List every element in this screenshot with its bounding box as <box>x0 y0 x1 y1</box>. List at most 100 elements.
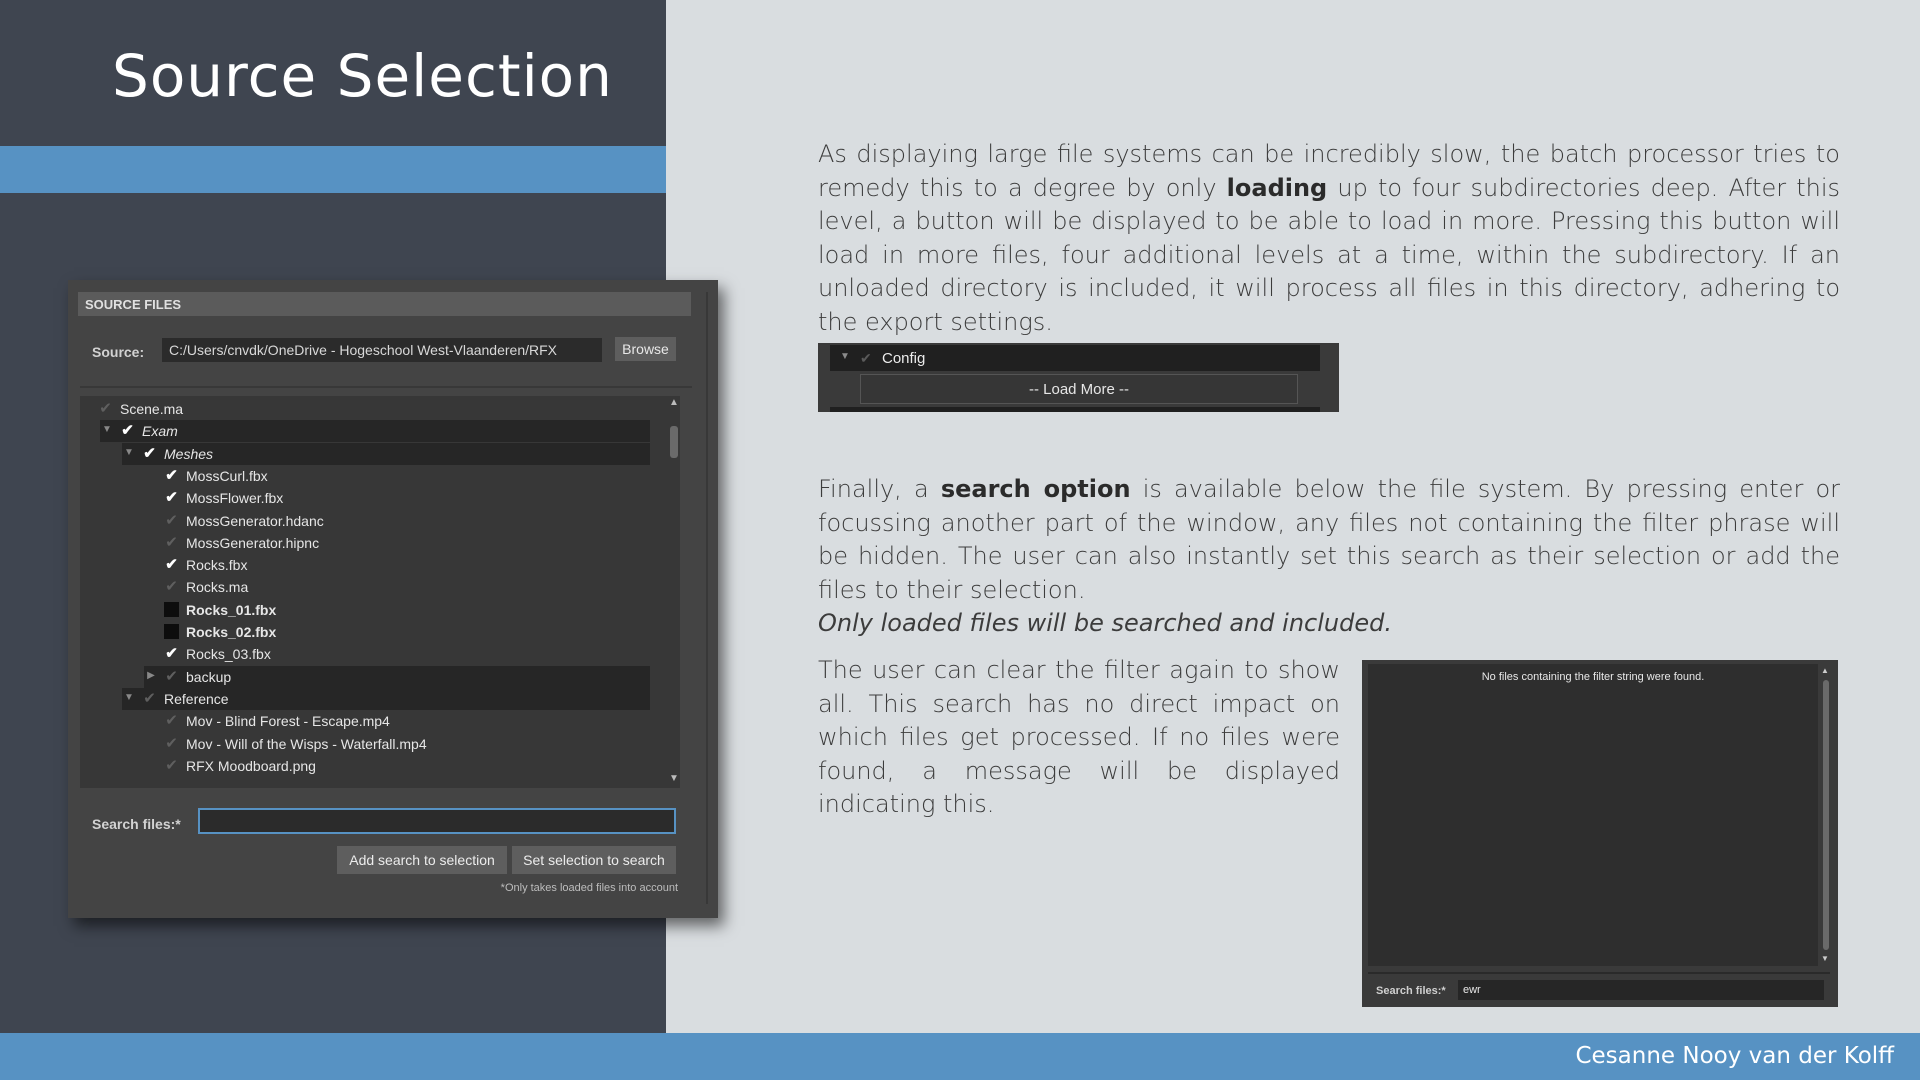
tree-row[interactable]: ▼ ✔ Reference <box>122 687 650 710</box>
p2-bold: search option <box>940 475 1131 503</box>
tree-row[interactable]: ✔ MossCurl.fbx <box>80 465 650 487</box>
tree-item-label: MossGenerator.hdanc <box>186 512 324 529</box>
source-label: Source: <box>92 344 145 360</box>
checkbox-icon[interactable]: ✔ <box>98 401 113 416</box>
checkbox-icon[interactable]: ✔ <box>164 669 179 684</box>
tree-item-label: MossFlower.fbx <box>186 490 284 507</box>
load-more-example: ▼ ✔ Config -- Load More -- <box>818 343 1339 412</box>
divider <box>830 407 1320 412</box>
p1-bold: loading <box>1226 173 1328 202</box>
checkbox-icon[interactable]: ✔ <box>164 557 179 572</box>
tree-item-label: Scene.ma <box>120 401 184 417</box>
scroll-thumb[interactable] <box>1823 680 1829 950</box>
tree-item-label: Rocks.ma <box>186 579 249 596</box>
checkbox-icon[interactable]: ✔ <box>164 758 179 773</box>
loaded-files-note: *Only takes loaded files into account <box>500 882 678 894</box>
checkbox-icon[interactable] <box>164 624 179 639</box>
empty-file-list: No files containing the filter string we… <box>1368 664 1818 966</box>
tree-item-label: Reference <box>164 690 229 707</box>
clear-filter-paragraph: The user can clear the filter again to s… <box>818 656 1340 819</box>
source-files-header: SOURCE FILES <box>78 292 691 316</box>
tree-item-label: MossCurl.fbx <box>186 467 268 484</box>
tree-item-label: Exam <box>142 423 178 440</box>
scroll-thumb[interactable] <box>670 426 678 458</box>
panel-border <box>706 292 708 904</box>
collapsed-arrow-icon[interactable]: ▶ <box>144 669 158 683</box>
tree-row[interactable]: Rocks_02.fbx <box>80 621 650 643</box>
checkbox-icon[interactable]: ✔ <box>120 423 135 438</box>
expand-arrow-icon[interactable]: ▼ <box>100 423 114 437</box>
tree-row[interactable]: ✔ MossFlower.fbx <box>80 487 650 509</box>
tree-row[interactable]: ▼ ✔ Exam <box>100 420 650 443</box>
expand-arrow-icon[interactable]: ▼ <box>122 691 136 705</box>
tree-item-label: Rocks_03.fbx <box>186 646 271 663</box>
slide-title: Source Selection <box>112 42 613 110</box>
tree-row[interactable]: ✔ Scene.ma <box>80 398 650 420</box>
search-files-input[interactable] <box>198 808 676 834</box>
add-search-to-selection-button[interactable]: Add search to selection <box>337 846 507 874</box>
search-files-label: Search files:* <box>1376 985 1446 997</box>
empty-list-scrollbar[interactable]: ▲ ▼ <box>1820 664 1832 966</box>
tree-item-label: Mov - Will of the Wisps - Waterfall.mp4 <box>186 735 427 752</box>
scroll-up-icon[interactable]: ▲ <box>1821 666 1829 675</box>
tree-item-label: RFX Moodboard.png <box>186 757 316 774</box>
tree-row[interactable]: ✔ MossGenerator.hipnc <box>80 532 650 554</box>
browse-button[interactable]: Browse <box>615 337 676 361</box>
config-folder-label: Config <box>882 350 926 367</box>
tree-row[interactable]: ✔ Rocks.fbx <box>80 554 650 576</box>
checkbox-icon[interactable]: ✔ <box>164 579 179 594</box>
tree-row[interactable]: ▶ ✔ backup <box>144 665 650 688</box>
expand-arrow-icon[interactable]: ▼ <box>122 446 136 460</box>
search-paragraph: Finally, a search option is available be… <box>818 473 1840 641</box>
load-more-button[interactable]: -- Load More -- <box>860 374 1298 404</box>
checkbox-icon[interactable]: ✔ <box>164 513 179 528</box>
empty-search-example: No files containing the filter string we… <box>1362 660 1838 1007</box>
source-path-field[interactable]: C:/Users/cnvdk/OneDrive - Hogeschool Wes… <box>162 338 602 362</box>
search-files-label: Search files:* <box>92 816 181 832</box>
p2-text-a: Finally, a <box>818 475 941 503</box>
tree-row[interactable]: ▼ ✔ Meshes <box>122 442 650 465</box>
tree-item-label: MossGenerator.hipnc <box>186 534 320 551</box>
tree-item-label: Mov - Blind Forest - Escape.mp4 <box>186 713 390 730</box>
set-selection-to-search-button[interactable]: Set selection to search <box>512 846 676 874</box>
scroll-down-icon[interactable]: ▼ <box>668 774 680 784</box>
checkbox-icon[interactable] <box>164 601 179 617</box>
checkbox-icon[interactable]: ✔ <box>164 646 179 661</box>
accent-bar <box>0 146 666 193</box>
scroll-down-icon[interactable]: ▼ <box>1821 954 1829 963</box>
tree-row[interactable]: Rocks_01.fbx <box>80 599 650 621</box>
p2-italic: Only loaded files will be searched and i… <box>818 609 1392 638</box>
checkbox-icon[interactable]: ✔ <box>164 736 179 751</box>
search-files-input[interactable]: ewr <box>1458 980 1824 1000</box>
divider <box>1368 972 1830 974</box>
loading-paragraph: As displaying large file systems can be … <box>818 138 1840 340</box>
tree-row[interactable]: ✔ Rocks_03.fbx <box>80 643 650 665</box>
scroll-up-icon[interactable]: ▲ <box>668 398 680 408</box>
checkbox-icon[interactable]: ✔ <box>164 713 179 728</box>
checkbox-icon[interactable]: ✔ <box>142 446 157 461</box>
tree-row[interactable]: ✔ MossGenerator.hdanc <box>80 510 650 532</box>
checkbox-icon[interactable]: ✔ <box>164 535 179 550</box>
no-files-message: No files containing the filter string we… <box>1481 671 1705 683</box>
checkbox-icon[interactable]: ✔ <box>142 691 157 706</box>
tree-item-label: Rocks.fbx <box>186 557 248 574</box>
tree-item-label: Meshes <box>164 445 214 462</box>
footer-bar: Cesanne Nooy van der Kolff <box>0 1033 1920 1080</box>
tree-row[interactable]: ✔ Mov - Blind Forest - Escape.mp4 <box>80 710 650 732</box>
tree-item-label: backup <box>186 668 232 685</box>
tree-scrollbar[interactable]: ▲ ▼ <box>668 396 680 788</box>
source-files-panel: SOURCE FILES Source: C:/Users/cnvdk/OneD… <box>68 280 718 918</box>
checkbox-icon[interactable]: ✔ <box>860 351 874 365</box>
checkbox-icon[interactable]: ✔ <box>164 468 179 483</box>
tree-row[interactable]: ✔ Mov - Will of the Wisps - Waterfall.mp4 <box>80 733 650 755</box>
tree-item-label: Rocks_01.fbx <box>186 601 277 618</box>
tree-item-label: Rocks_02.fbx <box>186 624 277 640</box>
tree-row[interactable]: ✔ RFX Moodboard.png <box>80 755 650 777</box>
divider <box>80 386 692 388</box>
config-folder-row[interactable]: ▼ ✔ Config <box>830 345 1320 371</box>
tree-row[interactable]: ✔ Rocks.ma <box>80 576 650 598</box>
author-name: Cesanne Nooy van der Kolff <box>1575 1043 1894 1069</box>
expand-arrow-icon[interactable]: ▼ <box>840 351 850 362</box>
file-tree[interactable]: ✔ Scene.ma ▼ ✔ Exam ▼ ✔ Meshes ✔ MossCurl.fbx ✔ Mos… <box>80 396 680 788</box>
checkbox-icon[interactable]: ✔ <box>164 490 179 505</box>
